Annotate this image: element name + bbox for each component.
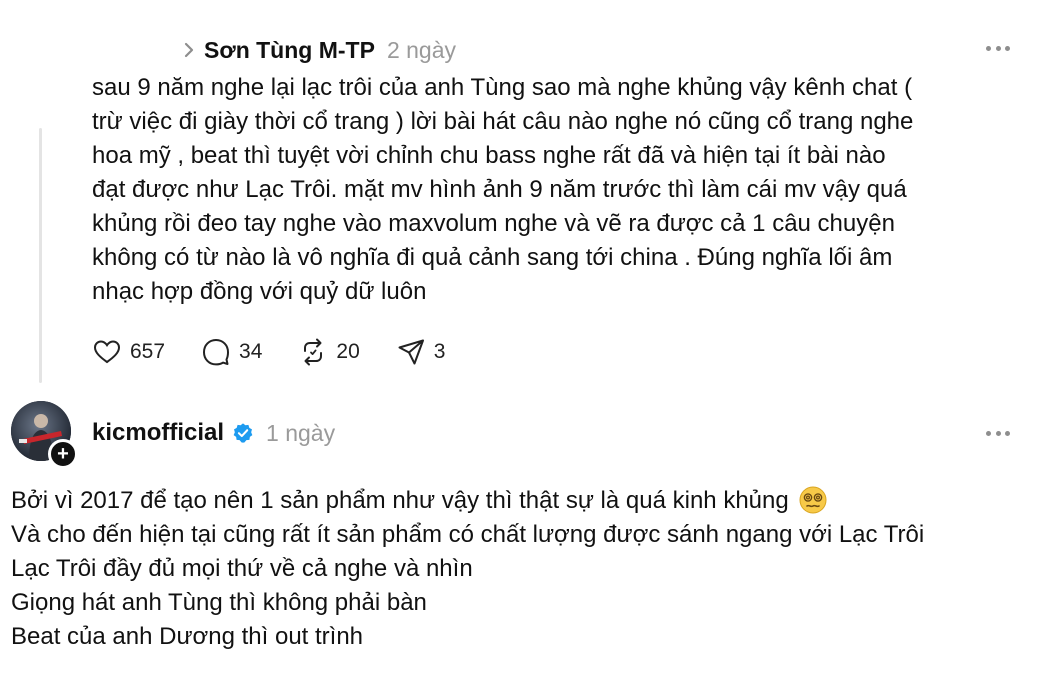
thread-line [39, 128, 42, 383]
share-button[interactable]: 3 [396, 337, 446, 367]
like-button[interactable]: 657 [92, 337, 165, 367]
post-timestamp: 1 ngày [266, 419, 336, 446]
post-author-name[interactable]: kicmofficial [92, 419, 224, 447]
post-line: Lạc Trôi đầy đủ mọi thứ về cả nghe và nh… [11, 555, 473, 582]
reply-body-text: sau 9 năm nghe lại lạc trôi của anh Tùng… [92, 74, 914, 305]
comment-icon [203, 339, 230, 366]
share-icon [398, 339, 424, 365]
share-count: 3 [433, 340, 446, 363]
verified-badge-icon [233, 423, 253, 443]
chevron-right-icon [184, 42, 194, 58]
post-line: Và cho đến hiện tại cũng rất ít sản phẩm… [11, 521, 925, 548]
post-line: Bởi vì 2017 để tạo nên 1 sản phẩm như vậ… [11, 484, 1046, 518]
post-header: kicmofficial 1 ngày [92, 417, 335, 449]
more-icon[interactable] [986, 46, 1010, 52]
follow-plus-button[interactable]: + [48, 439, 78, 469]
like-count: 657 [130, 340, 166, 363]
heart-icon [93, 340, 121, 364]
comment-button[interactable]: 34 [201, 337, 262, 367]
repost-button[interactable]: 20 [298, 337, 360, 367]
repost-icon [304, 338, 323, 366]
post-body-text: Bởi vì 2017 để tạo nên 1 sản phẩm như vậ… [11, 484, 1046, 654]
post-line: Giọng hát anh Tùng thì không phải bàn [11, 589, 427, 616]
repost-count: 20 [336, 340, 360, 363]
reply-timestamp: 2 ngày [386, 36, 456, 63]
reply-author-name[interactable]: Sơn Tùng M-TP [204, 37, 375, 64]
reply-action-bar: 657 34 20 3 [92, 336, 481, 368]
comment-count: 34 [239, 340, 263, 363]
post-line: Beat của anh Dương thì out trình [11, 623, 364, 650]
reply-header: Sơn Tùng M-TP 2 ngày [180, 34, 456, 66]
post-more-icon[interactable] [986, 431, 1010, 437]
woozy-face-emoji-icon [799, 486, 827, 514]
